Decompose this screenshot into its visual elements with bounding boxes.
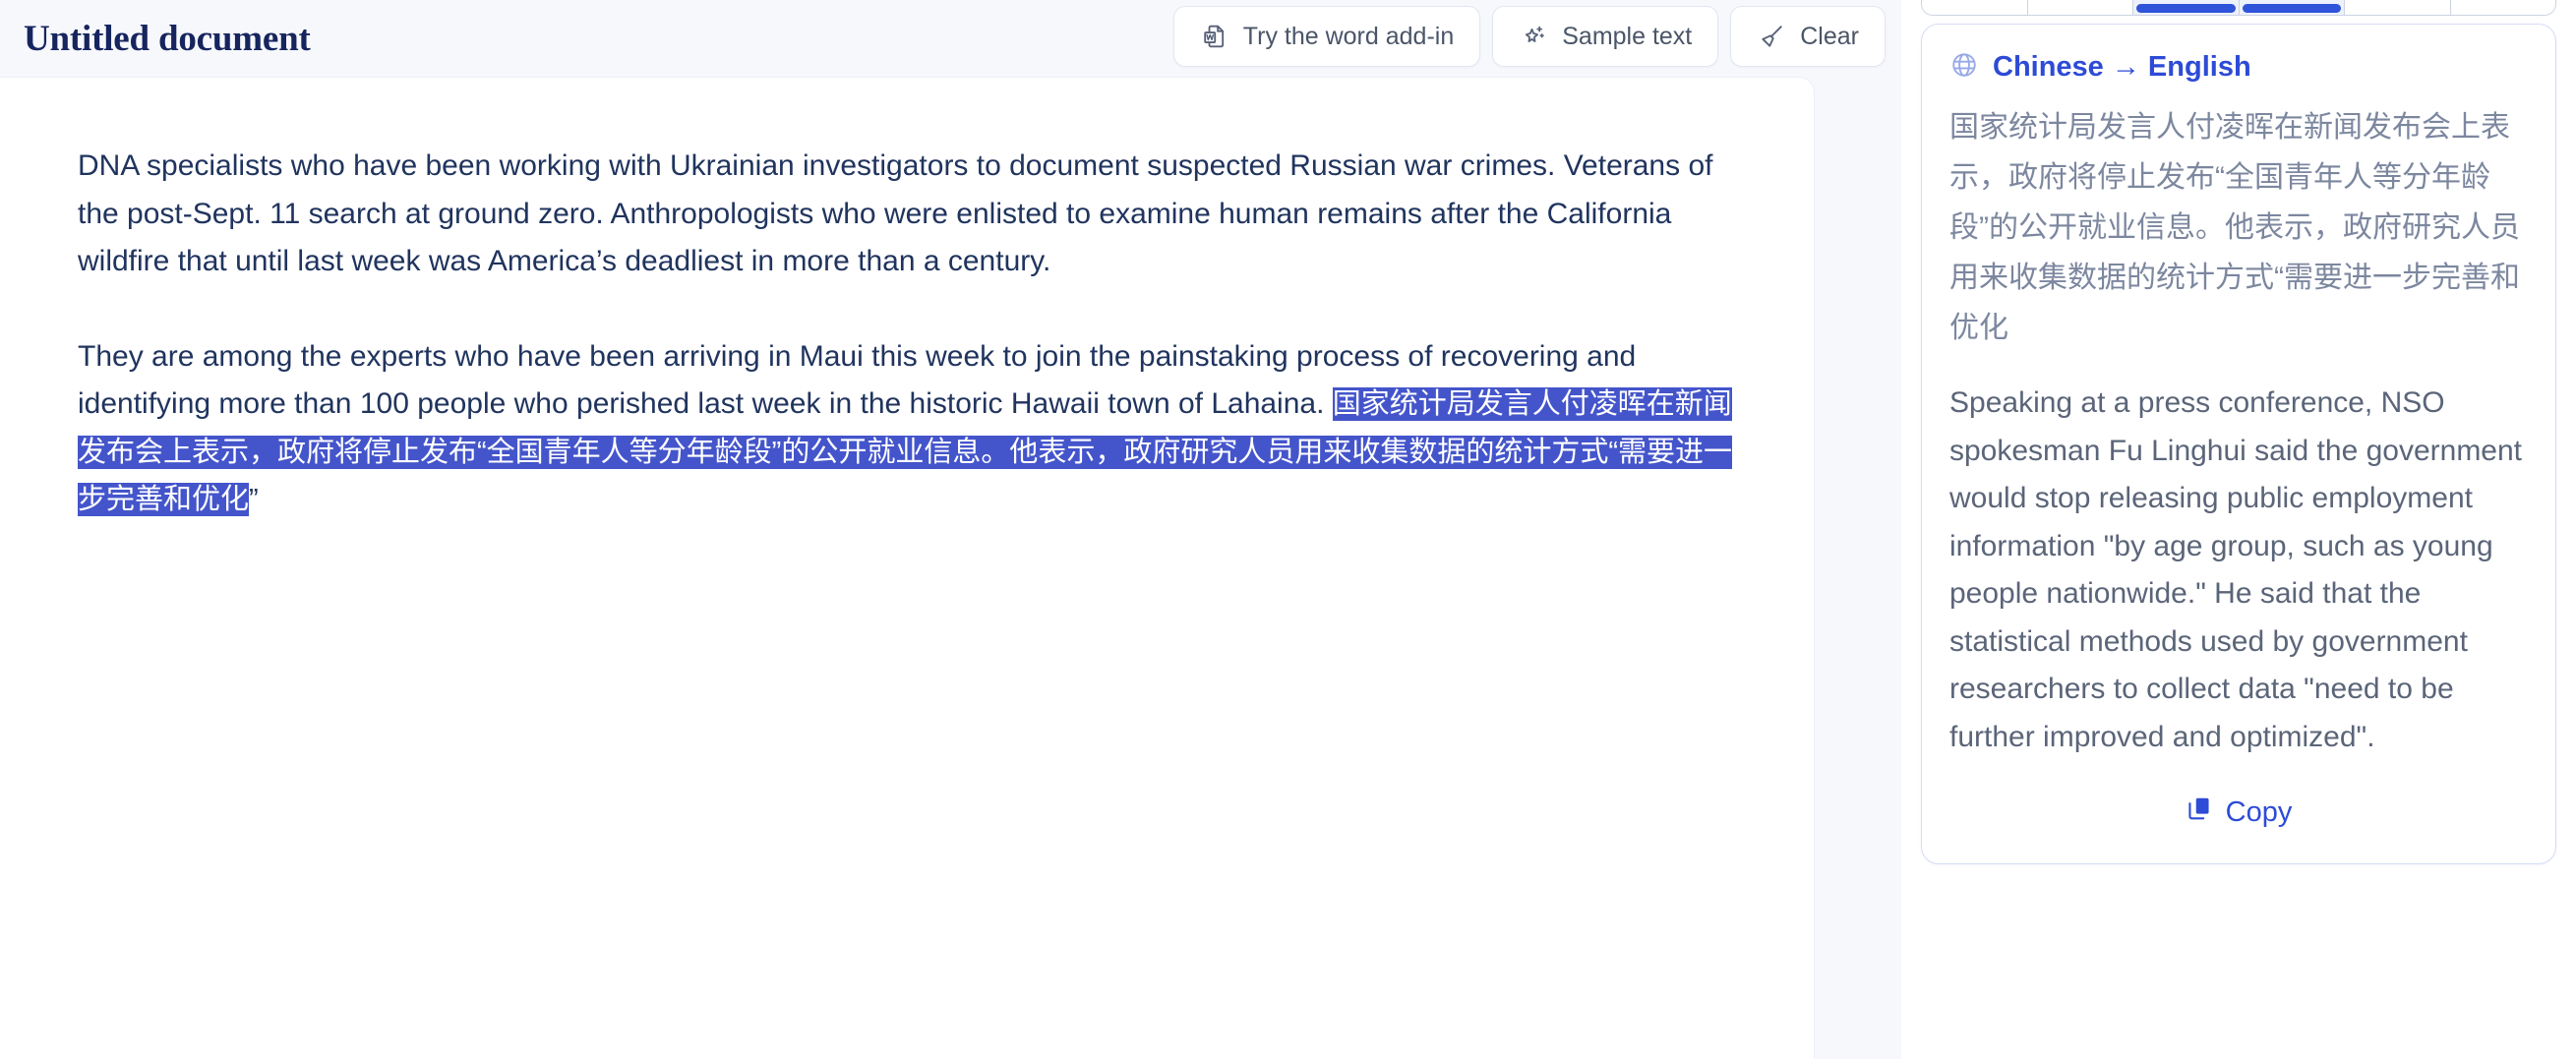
copy-icon: [2186, 794, 2213, 830]
try-word-addin-label: Try the word add-in: [1242, 22, 1455, 50]
trailing-quote: ”: [249, 484, 259, 515]
try-word-addin-button[interactable]: Try the word add-in: [1172, 6, 1481, 67]
translation-sidebar: Chinese → English 国家统计局发言人付凌晖在新闻发布会上表示，政…: [1901, 0, 2576, 1059]
header-actions: Try the word add-in Sample text Clear: [1172, 6, 1886, 67]
translation-target-text: Speaking at a press conference, NSO spok…: [1949, 386, 2523, 753]
document-paragraph: They are among the experts who have been…: [78, 333, 1749, 524]
clear-label: Clear: [1800, 22, 1859, 50]
translation-card: Chinese → English 国家统计局发言人付凌晖在新闻发布会上表示，政…: [1921, 24, 2556, 864]
sidebar-tab-3[interactable]: [2133, 0, 2240, 15]
sample-text-button[interactable]: Sample text: [1492, 6, 1719, 67]
copy-button[interactable]: Copy: [2178, 791, 2301, 834]
language-pair-label: Chinese → English: [1993, 51, 2251, 83]
translation-source-text: 国家统计局发言人付凌晖在新闻发布会上表示，政府将停止发布“全国青年人等分年龄段”…: [1949, 111, 2520, 344]
broom-icon: [1757, 22, 1786, 51]
document-paragraph: DNA specialists who have been working wi…: [78, 149, 1713, 277]
sidebar-tab-4[interactable]: [2239, 0, 2345, 15]
clear-button[interactable]: Clear: [1730, 6, 1886, 67]
document-body[interactable]: DNA specialists who have been working wi…: [0, 78, 1814, 524]
sidebar-tab-strip[interactable]: [1921, 0, 2556, 16]
document-title[interactable]: Untitled document: [24, 18, 311, 60]
globe-icon: [1949, 50, 1979, 85]
copy-row: Copy: [1949, 791, 2528, 842]
document-page[interactable]: DNA specialists who have been working wi…: [0, 77, 1815, 1059]
editor-header: Untitled document Try the word add-in Sa…: [0, 0, 1901, 77]
language-pair-row[interactable]: Chinese → English: [1949, 50, 2528, 85]
sidebar-tab-1[interactable]: [1922, 0, 2028, 15]
sample-text-label: Sample text: [1562, 22, 1693, 50]
sidebar-tab-5[interactable]: [2345, 0, 2451, 15]
word-document-icon: [1200, 22, 1229, 51]
copy-label: Copy: [2225, 795, 2293, 828]
editor-pane: Untitled document Try the word add-in Sa…: [0, 0, 1901, 1059]
sidebar-tab-2[interactable]: [2027, 0, 2133, 15]
sparkle-star-icon: [1519, 22, 1548, 51]
sidebar-tab-6[interactable]: [2450, 0, 2555, 15]
